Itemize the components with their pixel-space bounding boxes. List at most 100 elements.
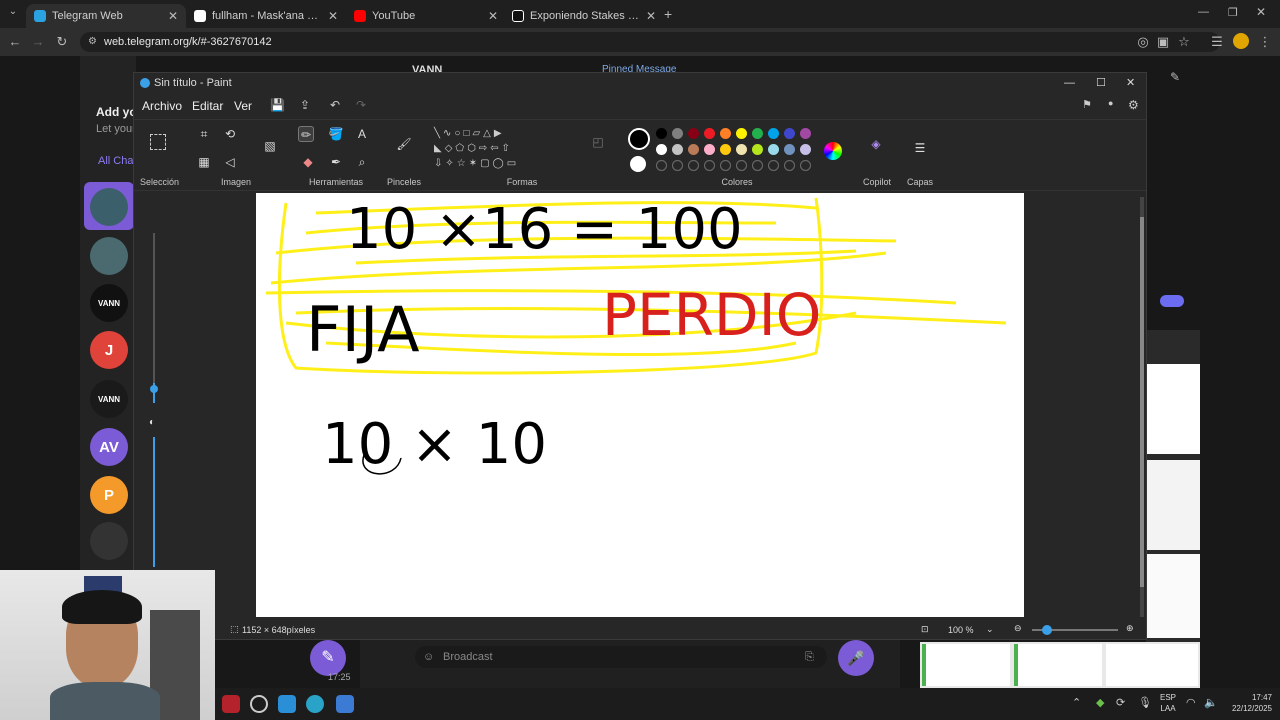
close-tab-icon[interactable]: ✕ [488, 9, 498, 23]
tray-mic-icon[interactable]: 🎙 [1138, 696, 1152, 709]
clock[interactable]: 17:47 22/12/2025 [1222, 692, 1272, 714]
profile-avatar[interactable] [1233, 33, 1249, 49]
palette-color-swatch[interactable] [768, 144, 779, 155]
opacity-slider[interactable] [153, 437, 155, 567]
palette-color-swatch[interactable] [720, 144, 731, 155]
secondary-color-swatch[interactable] [630, 156, 646, 172]
chat-avatar[interactable]: VANN [90, 380, 128, 418]
tab-google[interactable]: fullham - Mask'ana Google ✕ [186, 4, 346, 28]
minimize-window-icon[interactable]: — [1198, 6, 1209, 18]
undo-icon[interactable]: ↶ [330, 98, 340, 112]
palette-color-swatch[interactable] [800, 128, 811, 139]
paint-maximize-icon[interactable]: ☐ [1096, 73, 1106, 93]
palette-color-swatch[interactable] [704, 144, 715, 155]
palette-color-swatch[interactable] [672, 144, 683, 155]
palette-color-swatch[interactable] [784, 128, 795, 139]
cast-icon[interactable]: ▣ [1154, 33, 1172, 51]
toggle-switch[interactable] [1160, 295, 1184, 307]
zoom-level[interactable]: 100 % [948, 625, 974, 635]
palette-color-swatch[interactable] [672, 128, 683, 139]
chat-avatar[interactable] [90, 522, 128, 560]
show-hidden-icons[interactable]: ⌃ [1072, 696, 1081, 709]
taskbar-edge-icon[interactable] [306, 695, 324, 713]
empty-color-slot[interactable] [704, 160, 715, 171]
close-tab-icon[interactable]: ✕ [168, 9, 178, 23]
zoom-out-icon[interactable]: ⊖ [1014, 623, 1022, 634]
fill-bucket-icon[interactable]: 🪣 [328, 126, 344, 142]
broadcast-input[interactable]: ☺ Broadcast ⎘ [415, 646, 827, 668]
drawing-canvas[interactable]: 10 ×16 = 100 FIJA PERDIO 10 × 10 [256, 193, 1024, 617]
empty-color-slot[interactable] [800, 160, 811, 171]
compose-button[interactable]: ✎ [310, 640, 346, 676]
taskbar-app-icon[interactable] [250, 695, 268, 713]
paint-minimize-icon[interactable]: — [1064, 73, 1075, 93]
redo-icon[interactable]: ↷ [356, 98, 366, 112]
background-removal-icon[interactable]: ▦ [196, 154, 212, 170]
chat-avatar[interactable]: J [90, 331, 128, 369]
chat-avatar[interactable] [90, 188, 128, 226]
pencil-tool-icon[interactable]: ✏ [298, 126, 314, 142]
brush-size-slider[interactable] [147, 213, 161, 413]
menu-ver[interactable]: Ver [234, 95, 252, 117]
primary-color-swatch[interactable] [628, 128, 650, 150]
canvas-scrollbar[interactable] [1140, 197, 1144, 617]
microphone-button[interactable]: 🎤 [838, 640, 874, 676]
edit-colors-icon[interactable] [824, 142, 842, 160]
attach-icon[interactable]: ⎘ [805, 646, 814, 668]
empty-color-slot[interactable] [736, 160, 747, 171]
chat-avatar[interactable] [90, 237, 128, 275]
empty-color-slot[interactable] [672, 160, 683, 171]
reading-list-icon[interactable]: ☰ [1208, 33, 1226, 51]
chat-avatar[interactable]: AV [90, 428, 128, 466]
empty-color-slot[interactable] [752, 160, 763, 171]
volume-icon[interactable]: 🔈 [1204, 696, 1218, 709]
crop-icon[interactable]: ⌗ [196, 126, 212, 142]
language-indicator[interactable]: ESP LAA [1160, 692, 1176, 714]
brush-icon[interactable]: 🖌 [396, 136, 412, 152]
eraser-icon[interactable]: ◆ [300, 154, 316, 170]
palette-color-swatch[interactable] [704, 128, 715, 139]
rotate-icon[interactable]: ⟲ [222, 126, 238, 142]
back-icon[interactable]: ← [6, 33, 24, 51]
close-window-icon[interactable]: ✕ [1256, 5, 1266, 19]
flip-icon[interactable]: ◁ [222, 154, 238, 170]
color-picker-icon[interactable]: ✒ [328, 154, 344, 170]
palette-color-swatch[interactable] [768, 128, 779, 139]
wifi-icon[interactable]: ◠ [1186, 696, 1196, 709]
copilot-icon[interactable]: ◈ [868, 136, 884, 152]
palette-color-swatch[interactable] [656, 144, 667, 155]
palette-color-swatch[interactable] [752, 128, 763, 139]
emoji-icon[interactable]: ☺ [423, 646, 434, 668]
tracking-off-icon[interactable]: ◎ [1134, 33, 1152, 51]
shapes-gallery[interactable]: ╲∿○□▱△▶ ◣◇⬠⬡⇨⇦⇧ ⇩✧☆✶▢◯▭ [434, 126, 544, 176]
palette-color-swatch[interactable] [688, 128, 699, 139]
slider-thumb[interactable] [150, 385, 158, 393]
feedback-icon[interactable]: ⚑ [1082, 98, 1092, 111]
save-icon[interactable]: 💾 [270, 98, 285, 112]
palette-color-swatch[interactable] [752, 144, 763, 155]
site-info-icon[interactable]: ⚙ [88, 32, 97, 52]
close-tab-icon[interactable]: ✕ [328, 9, 338, 23]
tab-all-chats[interactable]: All Cha [98, 155, 133, 167]
empty-color-slot[interactable] [784, 160, 795, 171]
reload-icon[interactable]: ↻ [53, 33, 71, 51]
taskbar-calculator-icon[interactable] [336, 695, 354, 713]
account-icon[interactable]: ● [1108, 98, 1113, 108]
close-tab-icon[interactable]: ✕ [646, 9, 656, 23]
empty-color-slot[interactable] [720, 160, 731, 171]
address-bar[interactable]: ⚙ web.telegram.org/k/#-3627670142 [80, 32, 1220, 52]
edit-pencil-icon[interactable]: ✎ [1170, 70, 1180, 84]
forward-icon[interactable]: → [29, 33, 47, 51]
new-tab-icon[interactable]: + [664, 6, 672, 22]
share-icon[interactable]: ⇪ [300, 98, 310, 112]
settings-gear-icon[interactable]: ⚙ [1128, 98, 1139, 112]
zoom-dropdown-icon[interactable]: ⌄ [986, 624, 994, 635]
bookmark-star-icon[interactable]: ☆ [1175, 33, 1193, 51]
taskbar-app-icon[interactable] [278, 695, 296, 713]
palette-color-swatch[interactable] [688, 144, 699, 155]
zoom-slider-thumb[interactable] [1042, 625, 1052, 635]
palette-color-swatch[interactable] [720, 128, 731, 139]
tab-search-icon[interactable]: ⌄ [6, 6, 20, 20]
palette-color-swatch[interactable] [800, 144, 811, 155]
magnifier-icon[interactable]: ⌕ [354, 154, 370, 170]
